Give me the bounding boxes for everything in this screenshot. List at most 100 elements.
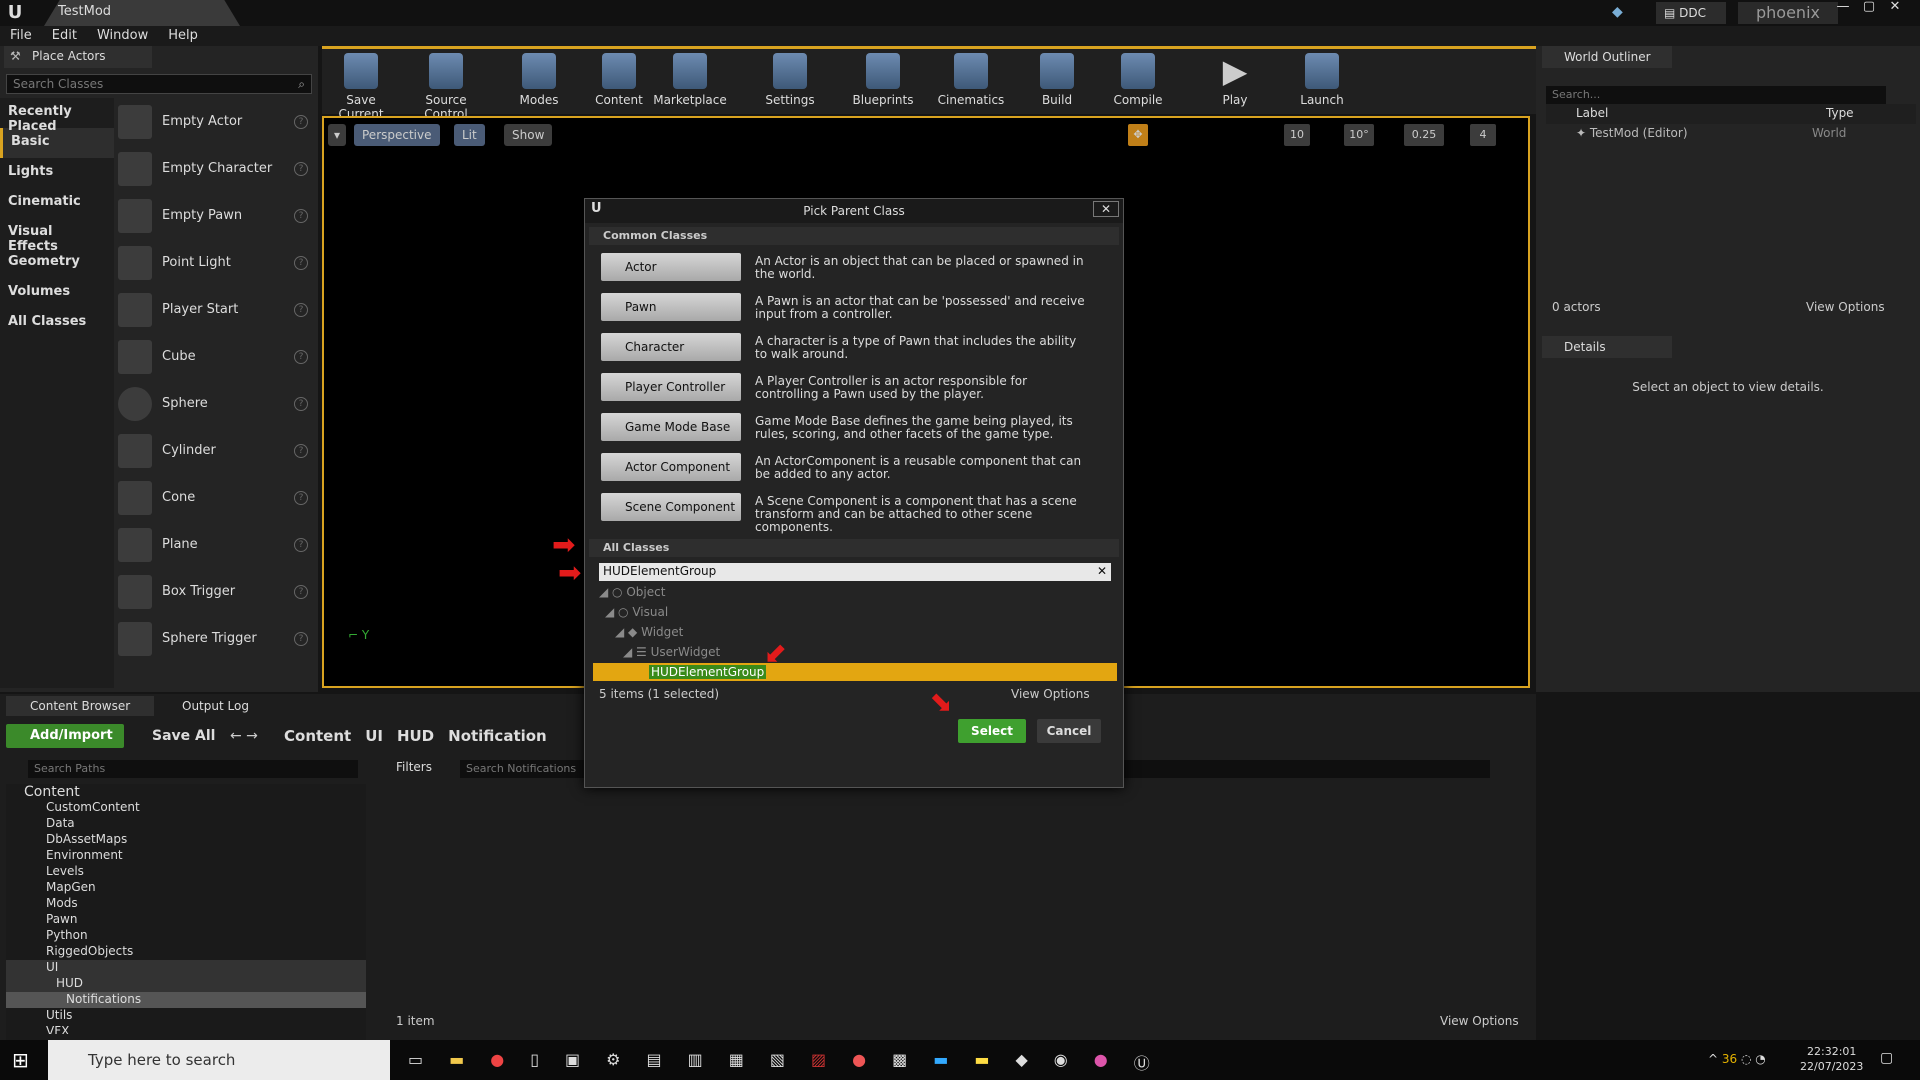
game-mode-base-class-button[interactable]: Game Mode Base (601, 413, 741, 441)
perspective-button[interactable]: Perspective (354, 124, 440, 146)
outliner-row[interactable]: ✦ TestMod (Editor) (1576, 126, 1688, 140)
clear-search-icon[interactable]: ✕ (1097, 564, 1107, 578)
common-classes-header[interactable]: Common Classes (589, 227, 1119, 245)
document-icon[interactable]: ▯ (530, 1050, 539, 1074)
details-tab[interactable]: Details (1542, 336, 1672, 358)
tree-item[interactable]: Utils (6, 1008, 366, 1024)
content-button[interactable]: Content (584, 53, 654, 107)
tree-item[interactable]: Pawn (6, 912, 366, 928)
breadcrumb-content[interactable]: Content (284, 724, 351, 748)
marketplace-button[interactable]: Marketplace (650, 53, 730, 107)
cancel-button[interactable]: Cancel (1037, 719, 1101, 743)
source-control-status-icon[interactable]: ◆ (1612, 4, 1630, 22)
class-search-field[interactable]: HUDElementGroup ✕ (599, 563, 1111, 581)
viewport-options-button[interactable]: ▾ (328, 124, 346, 146)
modes-button[interactable]: Modes (504, 53, 574, 107)
app-icon[interactable]: ▧ (770, 1050, 785, 1074)
app-icon[interactable]: ▩ (892, 1050, 907, 1074)
help-icon[interactable]: ? (294, 255, 308, 270)
world-outliner-tab[interactable]: World Outliner (1542, 46, 1672, 68)
help-icon[interactable]: ? (294, 161, 308, 176)
pawn-class-button[interactable]: Pawn (601, 293, 741, 321)
actor-item[interactable]: Point Light? (118, 239, 314, 286)
help-icon[interactable]: ? (294, 302, 308, 317)
app-icon[interactable]: ▥ (688, 1050, 703, 1074)
minimize-button[interactable]: — (1830, 0, 1856, 16)
tree-item-widget[interactable]: ◢ ◆ Widget (615, 625, 683, 639)
breadcrumb-ui[interactable]: UI (365, 724, 383, 748)
help-icon[interactable]: ? (294, 114, 308, 129)
transform-mode-icon[interactable]: ✥ (1128, 124, 1148, 146)
outliner-search-input[interactable]: Search... (1546, 86, 1886, 104)
app-icon[interactable]: ◉ (1054, 1050, 1068, 1074)
show-button[interactable]: Show (504, 124, 553, 146)
menu-file[interactable]: File (0, 26, 42, 46)
close-window-button[interactable]: ✕ (1882, 0, 1908, 16)
category-all-classes[interactable]: All Classes (0, 308, 114, 338)
scale-snap-value[interactable]: 0.25 (1404, 124, 1444, 146)
menu-help[interactable]: Help (158, 26, 208, 46)
settings-icon[interactable]: ⚙ (606, 1050, 620, 1074)
tree-item-object[interactable]: ◢ ○ Object (599, 585, 665, 599)
tree-item[interactable]: Levels (6, 864, 366, 880)
category-visual-effects[interactable]: Visual Effects (0, 218, 114, 254)
tree-item[interactable]: RiggedObjects (6, 944, 366, 960)
menu-edit[interactable]: Edit (42, 26, 87, 46)
tree-item-visual[interactable]: ◢ ○ Visual (605, 605, 668, 619)
app-icon[interactable]: ◆ (1015, 1050, 1027, 1074)
select-button[interactable]: Select (958, 719, 1026, 743)
launch-button[interactable]: Launch (1287, 53, 1357, 107)
help-icon[interactable]: ? (294, 396, 308, 411)
menu-window[interactable]: Window (87, 26, 158, 46)
save-current-button[interactable]: Save Current (326, 53, 396, 121)
unreal-taskbar-icon[interactable]: Ⓤ (1134, 1050, 1150, 1074)
tree-item[interactable]: MapGen (6, 880, 366, 896)
chrome-icon[interactable]: ● (490, 1050, 504, 1074)
app-icon[interactable]: ● (1094, 1050, 1108, 1074)
settings-button[interactable]: Settings (755, 53, 825, 107)
document-tab[interactable]: TestMod (44, 0, 240, 26)
actor-item[interactable]: Empty Actor? (118, 98, 314, 145)
tree-item[interactable]: Mods (6, 896, 366, 912)
save-all-button[interactable]: Save All (134, 724, 215, 748)
category-cinematic[interactable]: Cinematic (0, 188, 114, 218)
app-icon[interactable]: ▨ (811, 1050, 826, 1074)
tree-item[interactable]: DbAssetMaps (6, 832, 366, 848)
breadcrumb-notification[interactable]: Notification (448, 724, 547, 748)
tree-item[interactable]: UI (6, 960, 366, 976)
breadcrumb-hud[interactable]: HUD (397, 724, 434, 748)
tree-item[interactable]: Data (6, 816, 366, 832)
app-icon[interactable]: ▤ (647, 1050, 662, 1074)
category-lights[interactable]: Lights (0, 158, 114, 188)
compile-button[interactable]: Compile (1103, 53, 1173, 107)
app-icon[interactable]: ▬ (974, 1050, 989, 1074)
character-class-button[interactable]: Character (601, 333, 741, 361)
player-controller-class-button[interactable]: Player Controller (601, 373, 741, 401)
actor-item[interactable]: Cylinder? (118, 427, 314, 474)
tree-item-selected[interactable]: Notifications (6, 992, 366, 1008)
help-icon[interactable]: ? (294, 631, 308, 646)
taskbar-search-input[interactable]: Type here to search (48, 1040, 390, 1080)
camera-speed-value[interactable]: 4 (1470, 124, 1496, 146)
tree-item-selected[interactable]: HUDElementGroup (593, 663, 1117, 681)
search-paths-input[interactable]: Search Paths (28, 760, 358, 778)
actor-item[interactable]: Cube? (118, 333, 314, 380)
maximize-button[interactable]: ▢ (1856, 0, 1882, 16)
all-classes-header[interactable]: All Classes (589, 539, 1119, 557)
actor-item[interactable]: Player Start? (118, 286, 314, 333)
actor-item[interactable]: Plane? (118, 521, 314, 568)
lit-button[interactable]: Lit (454, 124, 485, 146)
cb-view-options[interactable]: View Options (1440, 1014, 1519, 1028)
cinematics-button[interactable]: Cinematics (931, 53, 1011, 107)
help-icon[interactable]: ? (294, 349, 308, 364)
windows-start-icon[interactable]: ⊞ (12, 1048, 29, 1072)
file-explorer-icon[interactable]: ▬ (449, 1050, 464, 1074)
actor-item[interactable]: Empty Pawn? (118, 192, 314, 239)
class-search-input[interactable]: Search Classes ⌕ (6, 74, 312, 94)
tree-item[interactable]: HUD (6, 976, 366, 992)
tree-item[interactable]: VFX (6, 1024, 366, 1034)
terminal-icon[interactable]: ▣ (565, 1050, 580, 1074)
outliner-view-options[interactable]: View Options (1806, 300, 1885, 314)
tree-item[interactable]: Python (6, 928, 366, 944)
blueprints-button[interactable]: Blueprints (848, 53, 918, 107)
